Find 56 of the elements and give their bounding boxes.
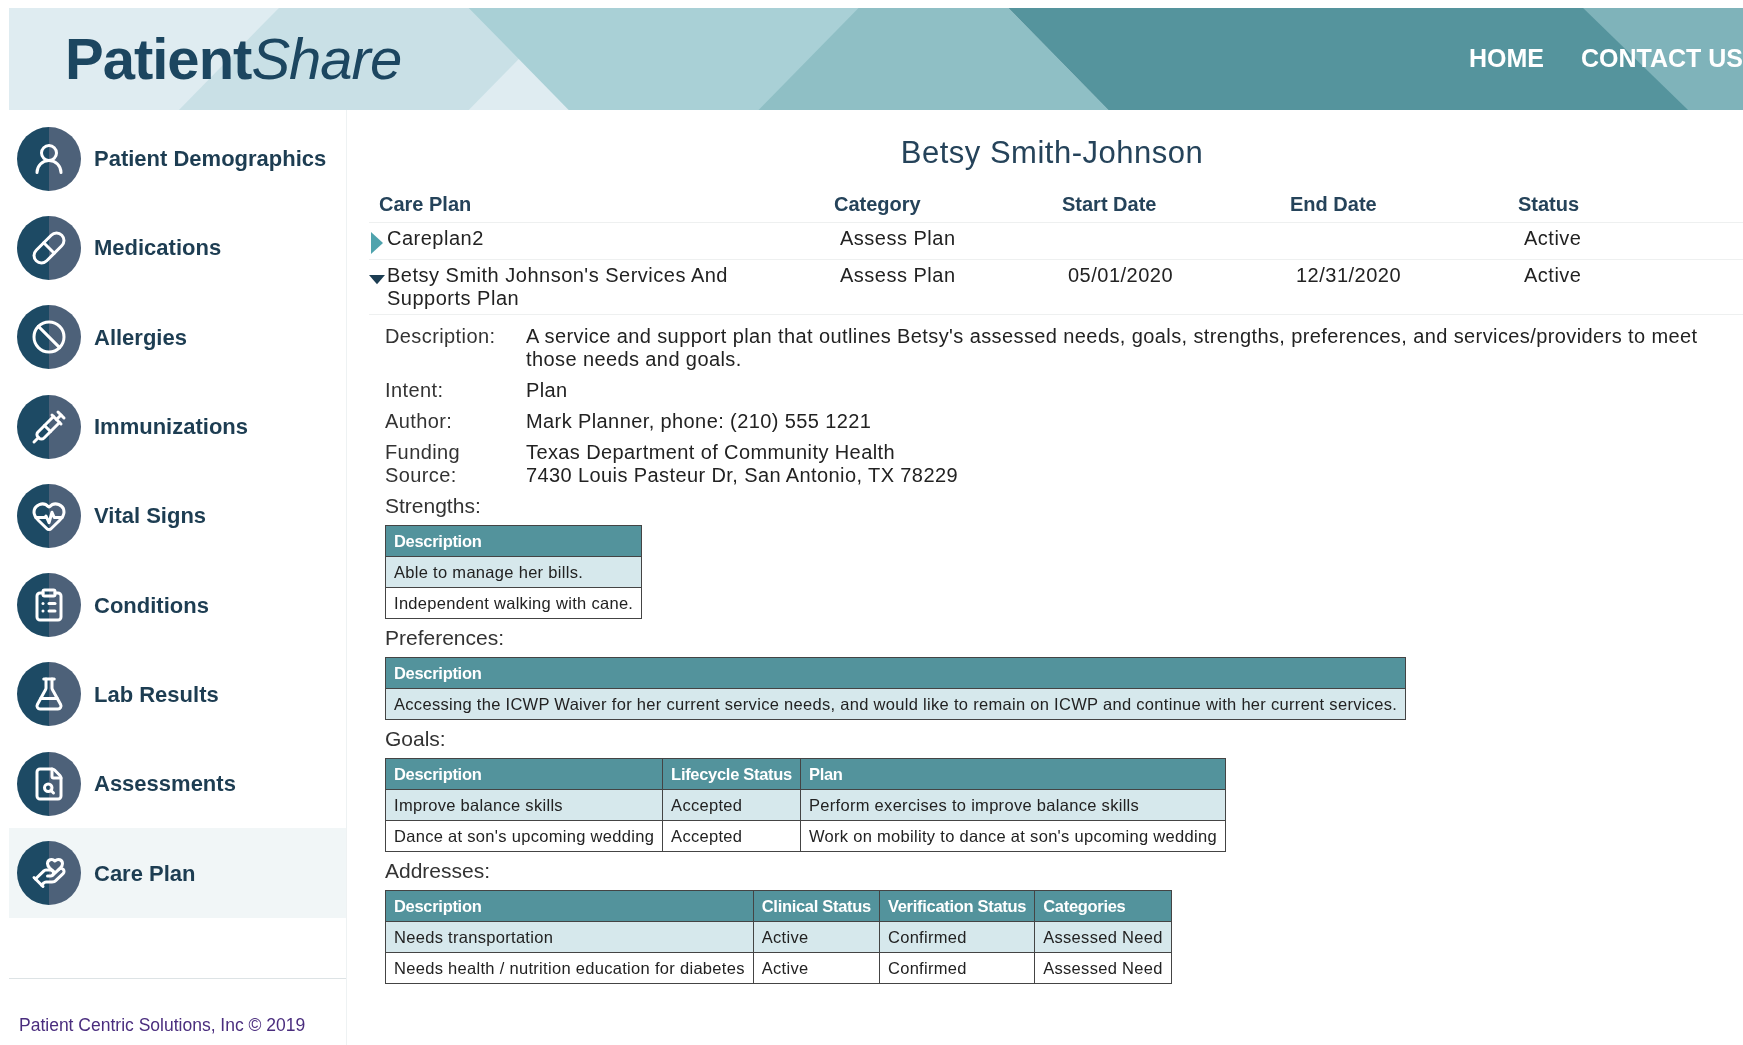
table-cell: Active [753,921,880,952]
column-header: Clinical Status [753,890,880,921]
column-header: Start Date [1062,192,1157,215]
section-title: Preferences: [385,625,505,649]
column-header: Care Plan [379,192,472,215]
table-cell: Able to manage her bills. [385,556,642,587]
table-cell: Work on mobility to dance at son's upcoming wedding [800,820,1226,851]
section-title: Strengths: [385,493,481,517]
sidebar-item[interactable]: Care Plan [9,828,346,918]
table-cell: Perform exercises to improve balance skills [800,789,1226,820]
column-header: Description [385,525,642,556]
table-cell: Assessed Need [1034,921,1172,952]
column-header: Lifecycle Status [662,758,801,789]
column-header: Verification Status [879,890,1035,921]
table-cell: Dance at son's upcoming wedding [385,820,663,851]
table-cell: 12/31/2020 [1296,263,1402,286]
column-header: Description [385,758,663,789]
section-title: Addresses: [385,858,491,882]
table-cell: Active [753,952,880,983]
column-header: Description [385,890,754,921]
field-label: Description: [385,324,497,349]
table-cell: Improve balance skills [385,789,663,820]
field-value: Plan [526,378,568,402]
table-cell: Confirmed [879,952,1035,983]
logo[interactable]: PatientShare [65,30,402,88]
field-value: Texas Department of Community Health [526,440,896,464]
field-value: 7430 Louis Pasteur Dr, San Antonio, TX 78229 [526,463,958,487]
table-cell: Accepted [662,789,801,820]
table-cell: Accepted [662,820,801,851]
field-label: Author: [385,409,454,433]
column-header: Category [834,192,921,215]
column-header: Status [1518,192,1580,215]
table-cell: Accessing the ICWP Waiver for her current service needs, and would like to remain on ICWP and continue with her current services. [385,688,1406,719]
section-title: Goals: [385,726,446,750]
field-label: Funding Source: [385,440,462,487]
table-cell: Independent walking with cane. [385,587,642,618]
table-cell: Active [1524,226,1582,249]
table-cell: Assess Plan [840,263,956,286]
field-value: A service and support plan that outlines Betsy's assessed needs, goals, strengths, preferences, and services/providers to meet those needs and goals. [526,324,1699,371]
field-value: Mark Planner, phone: (210) 555 1221 [526,409,872,433]
column-header: Categories [1034,890,1172,921]
care-plan-name[interactable]: Careplan2 [387,226,757,250]
table-cell: Assess Plan [840,226,956,249]
column-header: Plan [800,758,1226,789]
table-cell: 05/01/2020 [1068,263,1174,286]
column-header: Description [385,657,1406,688]
table-cell: Needs transportation [385,921,754,952]
table-cell: Assessed Need [1034,952,1172,983]
care-plan-name[interactable]: Betsy Smith Johnson's Services And Supports Plan [387,263,757,310]
field-label: Intent: [385,378,445,402]
table-cell: Confirmed [879,921,1035,952]
copyright-text: Patient Centric Solutions, Inc © 2019 [19,1014,306,1035]
column-header: End Date [1290,192,1377,215]
patient-name: Betsy Smith-Johnson [899,134,1205,172]
table-cell: Active [1524,263,1582,286]
table-cell: Needs health / nutrition education for diabetes [385,952,754,983]
